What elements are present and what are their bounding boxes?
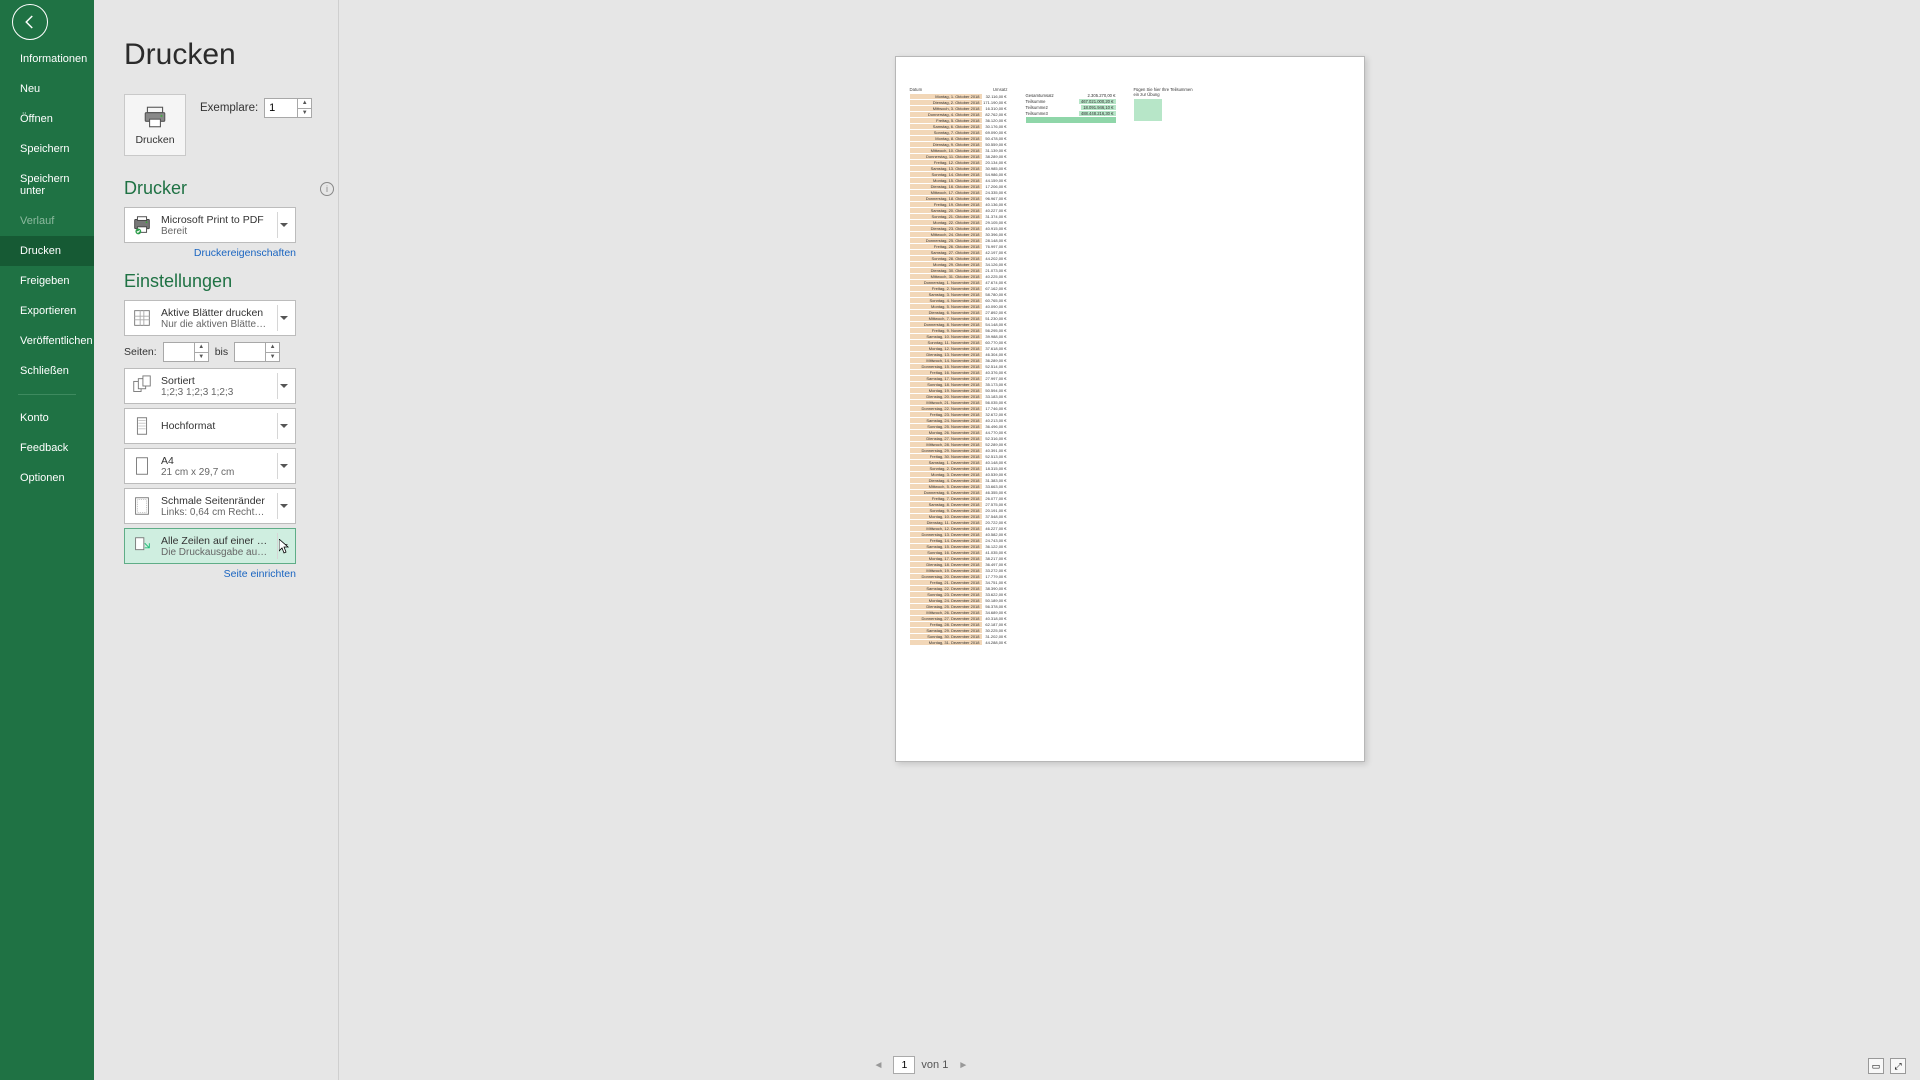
printer-icon	[142, 104, 168, 130]
pages-label: Seiten:	[124, 346, 157, 358]
copies-spinner[interactable]: ▲ ▼	[264, 98, 312, 118]
collate-select[interactable]: Sortiert 1;2;3 1;2;3 1;2;3	[124, 368, 296, 404]
pages-to[interactable]	[235, 343, 265, 361]
paper-size-select[interactable]: A4 21 cm x 29,7 cm	[124, 448, 296, 484]
sidebar-item-4[interactable]: Speichern unter	[0, 164, 94, 206]
sidebar-item-8[interactable]: Exportieren	[0, 296, 94, 326]
summary-row: Teilsumme218.091.946,10 €	[1026, 105, 1116, 110]
print-what-select[interactable]: Aktive Blätter drucken Nur die aktiven B…	[124, 300, 296, 336]
summary-row: Teilsumme467.021.000,20 €	[1026, 99, 1116, 104]
pages-from-spinner[interactable]: ▲▼	[163, 342, 209, 362]
sidebar-footer-2[interactable]: Optionen	[0, 463, 94, 493]
note-highlight-box	[1134, 99, 1162, 121]
copies-down[interactable]: ▼	[298, 109, 311, 118]
preview-page: Datum Umsatz Montag, 1. Oktober 201832.1…	[895, 56, 1365, 762]
pages-to-spinner[interactable]: ▲▼	[234, 342, 280, 362]
page-title: Drucken	[124, 20, 338, 94]
portrait-icon	[131, 413, 153, 439]
chevron-down-icon[interactable]	[277, 413, 289, 439]
printer-status: Bereit	[161, 226, 269, 237]
table-row: Montag, 31. Dezember 201844.288,00 €	[910, 640, 1008, 646]
printer-heading: Drucker i	[124, 178, 338, 199]
sidebar-item-3[interactable]: Speichern	[0, 134, 94, 164]
printer-info-icon[interactable]: i	[320, 182, 334, 196]
summary-row: Teilsumme3488.448.216,30 €	[1026, 111, 1116, 116]
sidebar-item-6[interactable]: Drucken	[0, 236, 94, 266]
backstage-main: Drucken Drucken Exempla	[94, 0, 1920, 1080]
page-navigation: ◄ von 1 ►	[870, 1056, 973, 1074]
page-prev[interactable]: ◄	[870, 1058, 888, 1073]
page-icon	[131, 453, 153, 479]
sidebar-item-7[interactable]: Freigeben	[0, 266, 94, 296]
chevron-down-icon[interactable]	[277, 373, 289, 399]
print-button-label: Drucken	[135, 134, 174, 146]
pages-from[interactable]	[164, 343, 194, 361]
sidebar-separator	[18, 394, 76, 395]
sidebar-item-2[interactable]: Öffnen	[0, 104, 94, 134]
printer-name: Microsoft Print to PDF	[161, 214, 269, 226]
chevron-down-icon[interactable]	[277, 453, 289, 479]
zoom-to-page-toggle[interactable]: ⤢	[1890, 1058, 1906, 1074]
backstage-sidebar: InformationenNeuÖffnenSpeichernSpeichern…	[0, 0, 94, 1080]
settings-heading: Einstellungen	[124, 271, 338, 292]
page-setup-link[interactable]: Seite einrichten	[124, 568, 296, 580]
copies-input[interactable]	[265, 99, 297, 117]
printer-select[interactable]: Microsoft Print to PDF Bereit	[124, 207, 296, 243]
col-header-rev: Umsatz	[993, 87, 1008, 92]
col-header-date: Datum	[910, 87, 923, 92]
chevron-down-icon[interactable]	[277, 305, 289, 331]
margins-icon	[131, 493, 153, 519]
sidebar-footer-0[interactable]: Konto	[0, 403, 94, 433]
print-preview-area: Datum Umsatz Montag, 1. Oktober 201832.1…	[339, 0, 1920, 1080]
back-button[interactable]	[12, 4, 48, 40]
collate-icon	[131, 373, 153, 399]
page-total: von 1	[921, 1059, 948, 1071]
chevron-down-icon[interactable]	[277, 212, 289, 238]
pages-to-label: bis	[215, 346, 228, 358]
sidebar-item-1[interactable]: Neu	[0, 74, 94, 104]
page-next[interactable]: ►	[954, 1058, 972, 1073]
chevron-down-icon[interactable]	[277, 533, 289, 559]
copies-label: Exemplare:	[200, 102, 258, 114]
sidebar-item-0[interactable]: Informationen	[0, 44, 94, 74]
note-text: Fügen Sie hier Ihre Teilsummen ein zur Ü…	[1134, 87, 1194, 97]
show-margins-toggle[interactable]: ▭	[1868, 1058, 1884, 1074]
summary-row: Gesamtumsatz2.305.270,00 €	[1026, 93, 1116, 98]
print-button[interactable]: Drucken	[124, 94, 186, 156]
margins-select[interactable]: Schmale Seitenränder Links: 0,64 cm Rech…	[124, 488, 296, 524]
sidebar-item-5: Verlauf	[0, 206, 94, 236]
orientation-select[interactable]: Hochformat	[124, 408, 296, 444]
printer-device-icon	[131, 212, 153, 238]
page-current[interactable]	[893, 1056, 915, 1074]
sidebar-item-10[interactable]: Schließen	[0, 356, 94, 386]
chevron-down-icon[interactable]	[277, 493, 289, 519]
scaling-icon	[131, 533, 153, 559]
sidebar-footer-1[interactable]: Feedback	[0, 433, 94, 463]
sidebar-item-9[interactable]: Veröffentlichen	[0, 326, 94, 356]
scaling-select[interactable]: Alle Zeilen auf einer Seite da… Die Druc…	[124, 528, 296, 564]
summary-total-bar	[1026, 117, 1116, 123]
copies-up[interactable]: ▲	[298, 99, 311, 109]
printer-properties-link[interactable]: Druckereigenschaften	[124, 247, 296, 259]
sheets-icon	[131, 305, 153, 331]
